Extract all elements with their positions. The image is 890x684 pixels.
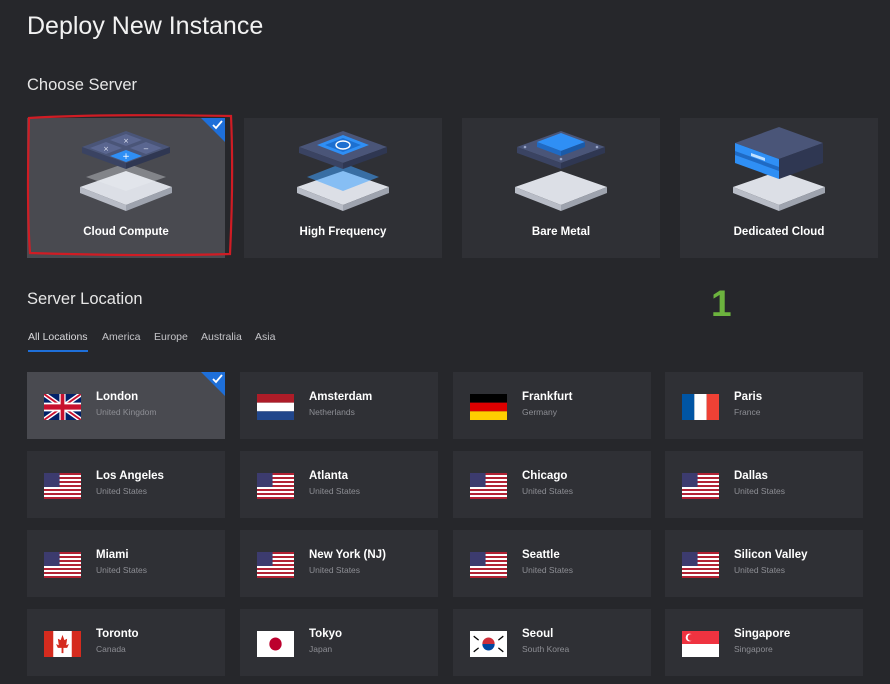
- location-los-angeles[interactable]: Los Angeles United States: [27, 451, 225, 518]
- singapore-flag-icon: [682, 631, 719, 657]
- us-flag-icon: [470, 552, 507, 578]
- location-city: Tokyo: [309, 628, 343, 640]
- server-option-bare-metal[interactable]: Bare Metal: [462, 118, 660, 258]
- tab-europe[interactable]: Europe: [154, 330, 188, 350]
- tab-asia[interactable]: Asia: [255, 330, 275, 350]
- location-city: Frankfurt: [522, 391, 573, 403]
- server-option-cloud-compute[interactable]: + × × − Cloud Compute: [27, 118, 225, 258]
- tab-all-locations[interactable]: All Locations: [28, 330, 88, 352]
- location-country: France: [734, 407, 761, 417]
- location-city: Chicago: [522, 470, 568, 482]
- location-silicon-valley[interactable]: Silicon Valley United States: [665, 530, 863, 597]
- server-option-label: Cloud Compute: [83, 226, 169, 238]
- svg-text:+: +: [122, 152, 130, 162]
- us-flag-icon: [682, 552, 719, 578]
- location-country: Germany: [522, 407, 557, 417]
- location-city: Los Angeles: [96, 470, 164, 482]
- svg-text:−: −: [143, 145, 149, 153]
- location-country: United Kingdom: [96, 407, 157, 417]
- location-city: Seoul: [522, 628, 554, 640]
- location-tokyo[interactable]: Tokyo Japan: [240, 609, 438, 676]
- location-chicago[interactable]: Chicago United States: [453, 451, 651, 518]
- location-country: Netherlands: [309, 407, 355, 417]
- location-paris[interactable]: Paris France: [665, 372, 863, 439]
- location-country: United States: [96, 565, 148, 575]
- annotation-number: 1: [711, 283, 732, 324]
- south-korea-flag-icon: [470, 631, 507, 657]
- choose-server-heading: Choose Server: [27, 76, 138, 94]
- us-flag-icon: [44, 552, 81, 578]
- location-amsterdam[interactable]: Amsterdam Netherlands: [240, 372, 438, 439]
- us-flag-icon: [470, 473, 507, 499]
- location-country: Canada: [96, 644, 126, 654]
- location-city: Atlanta: [309, 470, 348, 482]
- tab-america[interactable]: America: [102, 330, 141, 350]
- location-miami[interactable]: Miami United States: [27, 530, 225, 597]
- location-city: Singapore: [734, 628, 791, 640]
- server-option-label: Bare Metal: [531, 226, 591, 238]
- location-city: London: [96, 391, 139, 403]
- us-flag-icon: [257, 473, 294, 499]
- location-country: United States: [734, 565, 786, 575]
- netherlands-flag-icon: [257, 394, 294, 420]
- japan-flag-icon: [257, 631, 294, 657]
- location-frankfurt[interactable]: Frankfurt Germany: [453, 372, 651, 439]
- location-city: Seattle: [522, 549, 560, 561]
- server-option-high-frequency[interactable]: High Frequency: [244, 118, 442, 258]
- location-country: United States: [522, 486, 574, 496]
- location-city: Silicon Valley: [734, 549, 808, 561]
- location-country: United States: [734, 486, 786, 496]
- germany-flag-icon: [470, 394, 507, 420]
- us-flag-icon: [44, 473, 81, 499]
- france-flag-icon: [682, 394, 719, 420]
- location-city: Amsterdam: [309, 391, 373, 403]
- location-atlanta[interactable]: Atlanta United States: [240, 451, 438, 518]
- location-country: United States: [309, 565, 361, 575]
- location-country: Singapore: [734, 644, 773, 654]
- location-country: South Korea: [522, 644, 570, 654]
- server-option-label: High Frequency: [299, 226, 387, 238]
- svg-text:×: ×: [103, 145, 109, 153]
- location-country: United States: [96, 486, 148, 496]
- server-option-label: Dedicated Cloud: [733, 226, 825, 238]
- location-city: Dallas: [734, 470, 768, 482]
- high-frequency-server-icon: [297, 131, 389, 211]
- selected-check-icon: [201, 372, 225, 396]
- location-country: Japan: [309, 644, 333, 654]
- dedicated-cloud-server-icon: [733, 127, 825, 211]
- us-flag-icon: [682, 473, 719, 499]
- location-city: Toronto: [96, 628, 139, 640]
- tab-australia[interactable]: Australia: [201, 330, 242, 350]
- server-option-dedicated-cloud[interactable]: Dedicated Cloud: [680, 118, 878, 258]
- location-singapore[interactable]: Singapore Singapore: [665, 609, 863, 676]
- svg-text:×: ×: [123, 137, 129, 145]
- location-london[interactable]: London United Kingdom: [27, 372, 225, 439]
- location-seattle[interactable]: Seattle United States: [453, 530, 651, 597]
- location-new-york[interactable]: New York (NJ) United States: [240, 530, 438, 597]
- location-city: New York (NJ): [309, 549, 386, 561]
- us-flag-icon: [257, 552, 294, 578]
- location-dallas[interactable]: Dallas United States: [665, 451, 863, 518]
- cloud-compute-server-icon: + × × −: [80, 131, 172, 211]
- canada-flag-icon: [44, 631, 81, 657]
- location-city: Miami: [96, 549, 129, 561]
- selected-check-icon: [201, 118, 225, 142]
- location-toronto[interactable]: Toronto Canada: [27, 609, 225, 676]
- location-country: United States: [309, 486, 361, 496]
- location-country: United States: [522, 565, 574, 575]
- location-city: Paris: [734, 391, 763, 403]
- bare-metal-server-icon: [515, 131, 607, 211]
- uk-flag-icon: [44, 394, 81, 420]
- server-location-heading: Server Location: [27, 290, 143, 308]
- location-seoul[interactable]: Seoul South Korea: [453, 609, 651, 676]
- page-title: Deploy New Instance: [27, 12, 264, 40]
